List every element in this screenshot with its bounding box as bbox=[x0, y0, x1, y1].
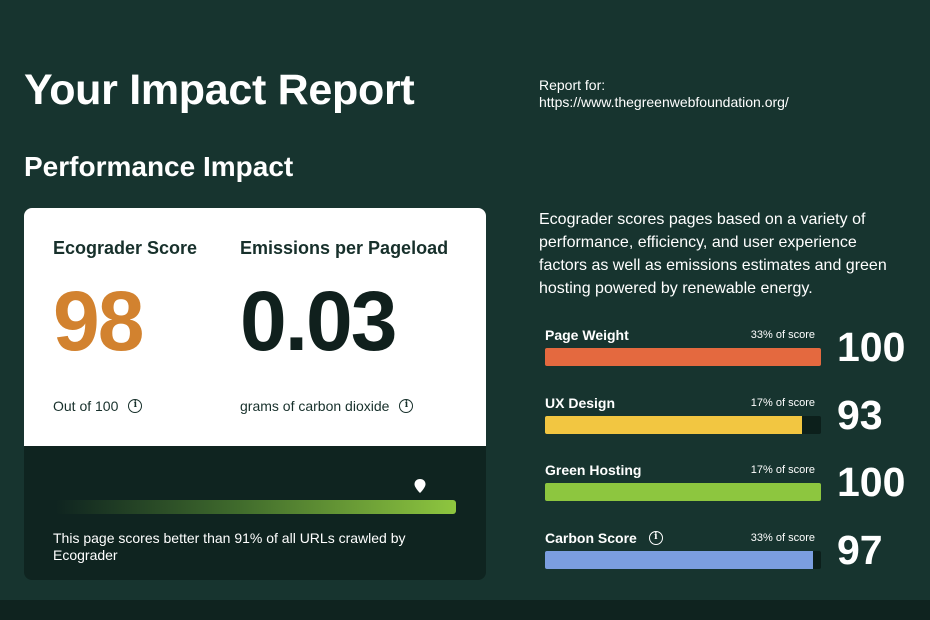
score-sub-text: Out of 100 bbox=[53, 398, 119, 414]
breakdown-name-text: Green Hosting bbox=[545, 462, 642, 478]
breakdown-name: Green Hosting bbox=[545, 462, 641, 478]
breakdown-row: UX Design 17% of score 93 bbox=[545, 395, 915, 455]
map-pin-icon bbox=[414, 479, 426, 493]
breakdown-weight: 17% of score bbox=[750, 397, 815, 409]
emissions-value: 0.03 bbox=[240, 274, 398, 368]
breakdown-name: UX Design bbox=[545, 395, 615, 411]
report-url[interactable]: https://www.thegreenwebfoundation.org/ bbox=[539, 94, 789, 111]
score-sub: Out of 100 i bbox=[53, 398, 143, 414]
breakdown-name: Page Weight bbox=[545, 327, 629, 343]
info-icon[interactable]: i bbox=[399, 399, 414, 413]
breakdown-name-text: UX Design bbox=[545, 395, 616, 411]
breakdown-name-text: Page Weight bbox=[545, 327, 629, 343]
card-top: Ecograder Score 98 Emissions per Pageloa… bbox=[24, 208, 486, 446]
percentile-text: This page scores better than 91% of all … bbox=[53, 530, 406, 563]
footer-band bbox=[0, 600, 930, 620]
breakdown-weight: 33% of score bbox=[750, 329, 815, 341]
breakdown-bar-track bbox=[545, 551, 821, 569]
info-icon[interactable]: i bbox=[128, 399, 143, 413]
breakdown-weight: 17% of score bbox=[750, 464, 815, 476]
emissions-sub: grams of carbon dioxide i bbox=[240, 398, 414, 414]
info-icon[interactable]: i bbox=[648, 531, 663, 545]
report-for-label: Report for: bbox=[539, 77, 606, 93]
performance-card: Ecograder Score 98 Emissions per Pageloa… bbox=[24, 208, 486, 580]
score-description: Ecograder scores pages based on a variet… bbox=[539, 211, 887, 297]
breakdown-bar-fill bbox=[545, 551, 813, 569]
breakdown-row: Carbon Score i 33% of score 97 bbox=[545, 530, 915, 590]
report-for: Report for: https://www.thegreenwebfound… bbox=[539, 77, 789, 111]
breakdown-value: 97 bbox=[837, 527, 883, 573]
score-label: Ecograder Score bbox=[53, 238, 198, 258]
breakdown-value: 100 bbox=[837, 459, 906, 505]
page-title: Your Impact Report bbox=[24, 66, 415, 114]
breakdown-value: 93 bbox=[837, 392, 883, 438]
breakdown-bar-track bbox=[545, 483, 821, 501]
breakdown-weight: 33% of score bbox=[750, 532, 815, 544]
breakdown-bar-fill bbox=[545, 416, 802, 434]
breakdown-bar-fill bbox=[545, 483, 821, 501]
breakdown-name: Carbon Score i bbox=[545, 530, 663, 546]
breakdown-bar-fill bbox=[545, 348, 821, 366]
breakdown-name-text: Carbon Score bbox=[545, 530, 637, 546]
score-value: 98 bbox=[53, 274, 144, 368]
section-title: Performance Impact bbox=[24, 151, 294, 182]
emissions-per-pageload: Emissions per Pageload 0.03 bbox=[240, 238, 448, 363]
ecograder-score: Ecograder Score 98 bbox=[53, 238, 197, 363]
card-bottom: This page scores better than 91% of all … bbox=[24, 446, 486, 580]
breakdown-bar-track bbox=[545, 348, 821, 366]
emissions-label: Emissions per Pageload bbox=[240, 238, 449, 258]
breakdown-bar-track bbox=[545, 416, 821, 434]
breakdown-row: Green Hosting 17% of score 100 bbox=[545, 462, 915, 522]
emissions-sub-text: grams of carbon dioxide bbox=[240, 398, 390, 414]
breakdown-row: Page Weight 33% of score 100 bbox=[545, 327, 915, 387]
breakdown-value: 100 bbox=[837, 324, 906, 370]
percentile-bar bbox=[56, 500, 456, 514]
